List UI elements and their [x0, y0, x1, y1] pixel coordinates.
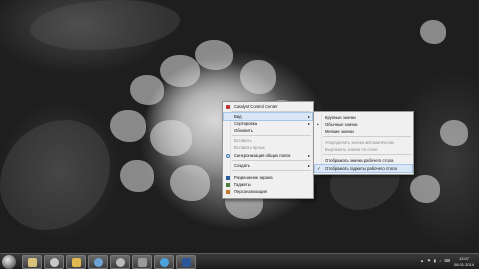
wallpaper-petal: [420, 20, 446, 44]
view-item-align-to-grid[interactable]: Выровнять значки по сетке: [315, 146, 412, 153]
menu-item-label: Разрешение экрана: [234, 175, 273, 180]
taskbar: ▲ ⚑ ▮ ♪ ⌨ 12:07 08.01.2014: [0, 253, 479, 269]
menu-item-label: Крупные значки: [325, 115, 356, 120]
wallpaper-petal: [240, 60, 276, 94]
ati-icon: [226, 104, 230, 109]
taskbar-button-word[interactable]: [176, 255, 196, 269]
taskbar-button-skype[interactable]: [154, 255, 174, 269]
taskbar-button-chrome[interactable]: [110, 255, 130, 269]
taskbar-button-app[interactable]: [132, 255, 152, 269]
menu-item-personalization[interactable]: Персонализация: [224, 188, 312, 195]
menu-item-label: Создать: [234, 163, 250, 168]
wallpaper-petal: [410, 175, 440, 203]
view-item-show-desktop-icons[interactable]: Отображать значки рабочего стола: [315, 157, 412, 164]
wallpaper-leaf: [30, 0, 180, 50]
taskbar-button-internet-explorer[interactable]: [88, 255, 108, 269]
view-item-auto-arrange[interactable]: Упорядочить значки автоматически: [315, 139, 412, 146]
wmp-icon: [50, 258, 59, 267]
menu-separator: [232, 135, 311, 136]
menu-item-new[interactable]: Создать ▸: [224, 162, 312, 169]
wallpaper-petal: [440, 120, 468, 146]
app-icon: [138, 258, 147, 267]
wallpaper-petal: [130, 75, 164, 105]
explorer-icon: [28, 258, 37, 267]
system-tray[interactable]: ▲ ⚑ ▮ ♪ ⌨: [420, 258, 451, 263]
menu-item-label: Вид: [234, 114, 242, 119]
menu-separator: [232, 160, 311, 161]
menu-item-label: Обновить: [234, 128, 253, 133]
view-submenu: Крупные значки • Обычные значки Мелкие з…: [313, 111, 414, 175]
clock[interactable]: 12:07 08.01.2014: [452, 256, 476, 267]
view-item-medium-icons[interactable]: • Обычные значки: [315, 121, 412, 128]
checkmark-icon: ✓: [317, 166, 321, 171]
menu-item-refresh[interactable]: Обновить: [224, 127, 312, 134]
wallpaper-petal: [120, 160, 154, 192]
wallpaper-petal: [195, 40, 233, 70]
menu-item-view[interactable]: Вид ▸: [223, 112, 313, 121]
desktop-context-menu: Catalyst Control Center Вид ▸ Сортировка…: [222, 101, 314, 199]
view-item-show-desktop-gadgets[interactable]: ✓ Отображать гаджеты рабочего стола: [314, 164, 413, 173]
menu-item-label: Catalyst Control Center: [234, 104, 278, 109]
menu-separator: [323, 154, 411, 155]
taskbar-button-explorer[interactable]: [22, 255, 42, 269]
menu-item-label: Синхронизация общих папок: [234, 153, 291, 158]
menu-item-label: Отображать гаджеты рабочего стола: [325, 166, 397, 171]
menu-item-label: Сортировка: [234, 121, 257, 126]
ie-icon: [94, 258, 103, 267]
menu-item-label: Гаджеты: [234, 182, 251, 187]
menu-item-screen-resolution[interactable]: Разрешение экрана: [224, 174, 312, 181]
menu-item-sync-shared-folders[interactable]: Синхронизация общих папок ▸: [224, 152, 312, 159]
menu-item-gadgets[interactable]: Гаджеты: [224, 181, 312, 188]
taskbar-button-media-player[interactable]: [44, 255, 64, 269]
view-item-large-icons[interactable]: Крупные значки: [315, 114, 412, 121]
gadget-icon: [226, 182, 230, 187]
submenu-arrow-icon: ▸: [307, 121, 310, 126]
menu-separator: [323, 136, 411, 137]
chrome-icon: [116, 258, 125, 267]
menu-separator: [232, 170, 311, 171]
menu-item-label: Вставить: [234, 138, 252, 143]
wallpaper-petal: [150, 120, 192, 156]
menu-item-paste[interactable]: Вставить: [224, 137, 312, 144]
menu-item-paste-shortcut[interactable]: Вставить ярлык: [224, 144, 312, 151]
wallpaper-petal: [160, 55, 200, 87]
taskbar-button-folder[interactable]: [66, 255, 86, 269]
view-item-small-icons[interactable]: Мелкие значки: [315, 128, 412, 135]
menu-item-label: Упорядочить значки автоматически: [325, 140, 394, 145]
clock-date: 08.01.2014: [453, 261, 475, 267]
start-button[interactable]: [2, 255, 16, 269]
folder-icon: [72, 258, 81, 267]
menu-item-label: Отображать значки рабочего стола: [325, 158, 394, 163]
submenu-arrow-icon: ▸: [307, 163, 310, 168]
wallpaper-petal: [110, 110, 146, 142]
menu-separator: [232, 111, 311, 112]
menu-item-label: Обычные значки: [325, 122, 358, 127]
personalize-icon: [226, 189, 230, 194]
word-icon: [182, 258, 191, 267]
submenu-arrow-icon: ▸: [307, 153, 310, 158]
wallpaper-leaf: [0, 120, 110, 230]
radio-mark-icon: •: [317, 122, 319, 127]
menu-item-label: Персонализация: [234, 189, 267, 194]
wallpaper-petal: [170, 165, 210, 201]
menu-item-sort[interactable]: Сортировка ▸: [224, 120, 312, 127]
skype-icon: [160, 258, 169, 267]
menu-item-label: Мелкие значки: [325, 129, 354, 134]
display-icon: [226, 175, 230, 180]
menu-item-label: Выровнять значки по сетке: [325, 147, 378, 152]
submenu-arrow-icon: ▸: [307, 114, 310, 119]
sync-icon: [226, 153, 230, 158]
menu-item-catalyst-control-center[interactable]: Catalyst Control Center: [224, 103, 312, 110]
menu-item-label: Вставить ярлык: [234, 145, 265, 150]
